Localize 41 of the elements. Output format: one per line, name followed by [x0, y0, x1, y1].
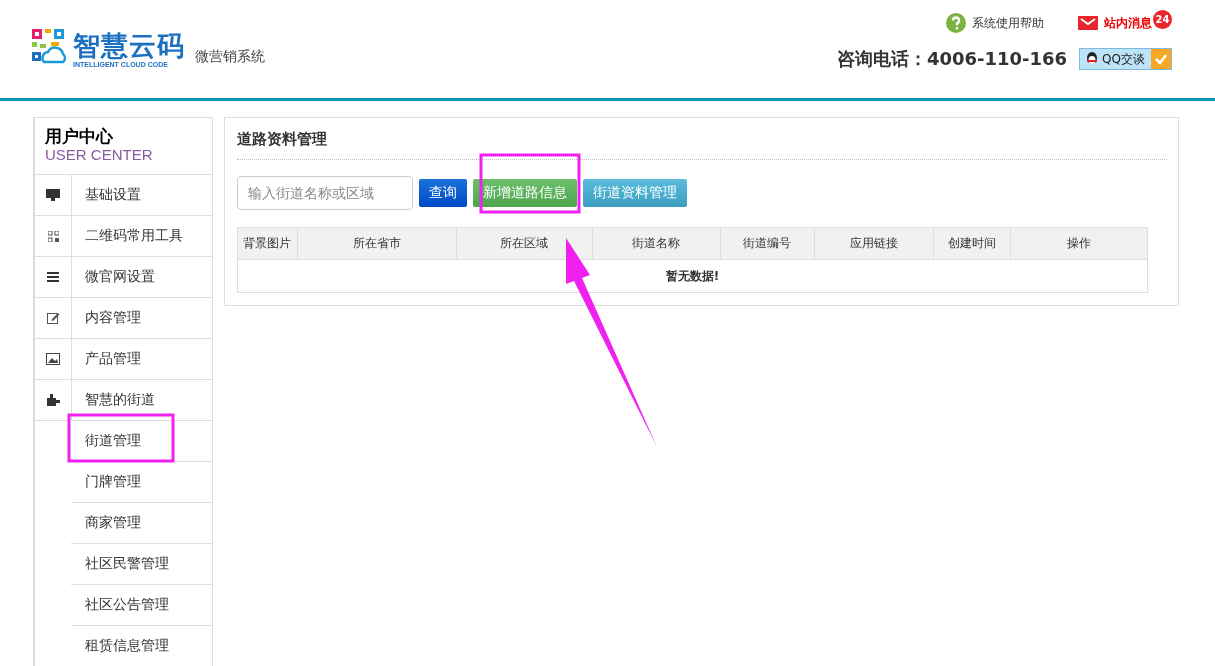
sidebar-subitem[interactable]: 租赁信息管理 — [71, 626, 213, 666]
qq-chat-button[interactable]: QQ交谈 — [1079, 48, 1172, 70]
sidebar-item[interactable]: 微官网设置 — [35, 257, 213, 298]
help-icon — [946, 13, 966, 33]
sidebar-item[interactable]: 二维码常用工具 — [35, 216, 213, 257]
check-icon — [1151, 49, 1171, 69]
sidebar-item[interactable]: 智慧的街道 — [35, 380, 213, 421]
sidebar-item[interactable]: 产品管理 — [35, 339, 213, 380]
phone-number: 咨询电话：4006-110-166 — [836, 47, 1068, 71]
panel-title: 道路资料管理 — [237, 128, 1167, 160]
sidebar-title: 用户中心 — [45, 126, 114, 146]
column-header: 背景图片 — [237, 227, 298, 260]
column-header: 创建时间 — [933, 227, 1011, 260]
sidebar-subitem[interactable]: 社区公告管理 — [71, 585, 213, 626]
sidebar-item[interactable]: 内容管理 — [35, 298, 213, 339]
column-header: 所在区域 — [456, 227, 593, 260]
system-name: 微营销系统 — [195, 48, 265, 66]
puzzle-icon — [46, 394, 60, 406]
action-button[interactable]: 查询 — [419, 179, 467, 207]
messages-link[interactable]: 站内消息 — [1104, 14, 1152, 32]
help-link[interactable]: 系统使用帮助 — [972, 14, 1044, 32]
menu-icon — [47, 272, 59, 282]
column-header: 街道编号 — [720, 227, 815, 260]
edit-icon — [46, 312, 60, 324]
column-header: 所在省市 — [297, 227, 457, 260]
column-header: 街道名称 — [592, 227, 721, 260]
monitor-icon — [46, 189, 60, 201]
envelope-icon — [1078, 16, 1098, 30]
qr-code-icon — [47, 230, 59, 242]
image-icon — [46, 353, 60, 365]
sidebar-subitem[interactable]: 社区民警管理 — [71, 544, 213, 585]
column-header: 操作 — [1010, 227, 1148, 260]
column-header: 应用链接 — [814, 227, 934, 260]
sidebar-subitem[interactable]: 商家管理 — [71, 503, 213, 544]
sidebar-item[interactable]: 基础设置 — [35, 175, 213, 216]
sidebar-subitem[interactable]: 街道管理 — [71, 421, 213, 462]
sidebar-subtitle: USER CENTER — [45, 146, 154, 164]
message-count-badge: 24 — [1153, 9, 1172, 29]
search-field[interactable]: 输入街道名称或区域 — [237, 176, 413, 210]
sidebar-subitem[interactable]: 门牌管理 — [71, 462, 213, 503]
logo-title: 智慧云码 — [73, 31, 185, 61]
